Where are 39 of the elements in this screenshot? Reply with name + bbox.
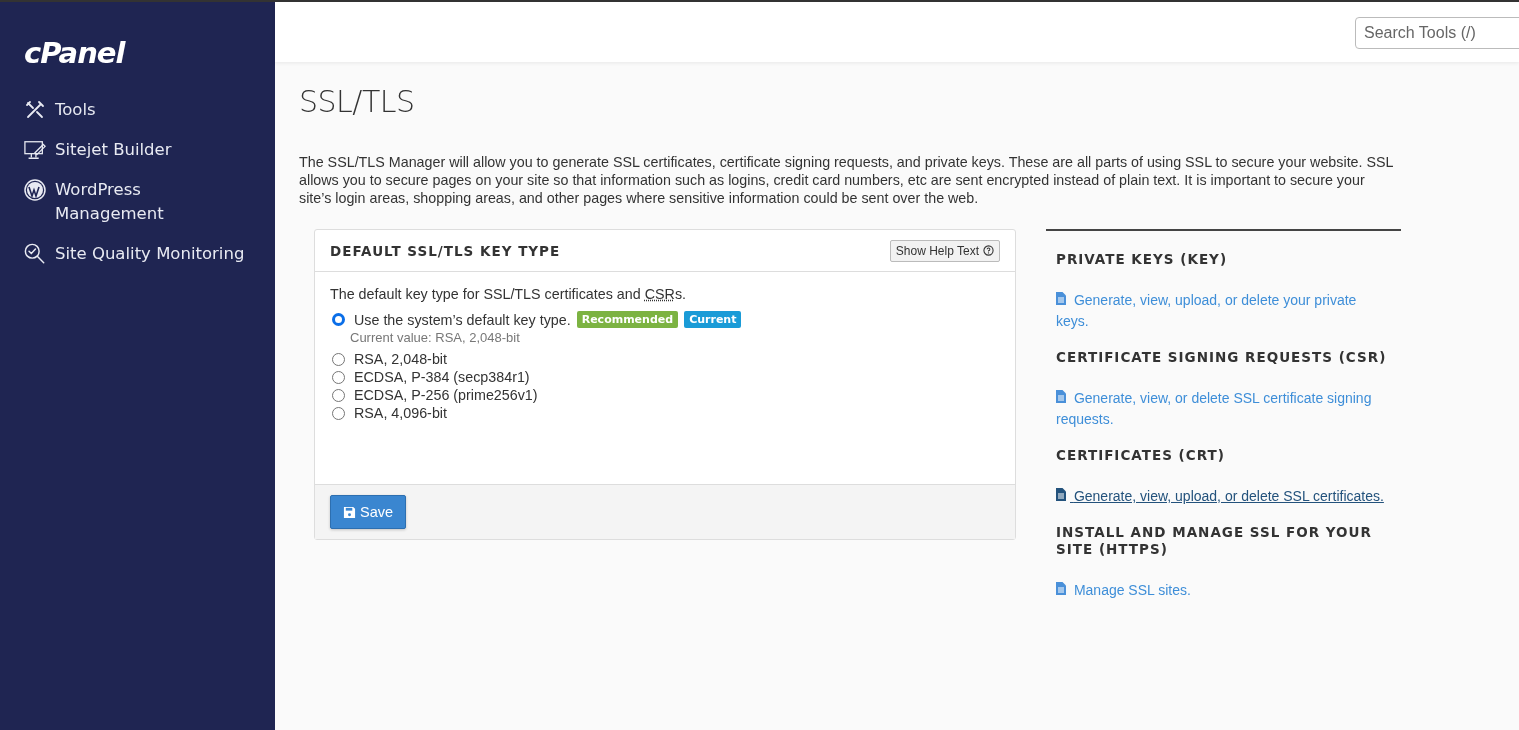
document-icon — [1056, 390, 1066, 403]
sidebar-item[interactable]: Site Quality Monitoring — [24, 242, 254, 266]
radio-button[interactable] — [332, 370, 345, 384]
radio-button[interactable] — [332, 352, 345, 366]
option-label[interactable]: RSA, 4,096-bit — [354, 405, 447, 421]
tools-icon — [24, 99, 46, 121]
option-label[interactable]: RSA, 2,048-bit — [354, 351, 447, 367]
search-field[interactable]: Search Tools (/) — [1355, 17, 1519, 49]
sidebar-item[interactable]: Tools — [24, 98, 254, 122]
option-label[interactable]: ECDSA, P-384 (secp384r1) — [354, 369, 530, 385]
help-icon — [983, 245, 994, 256]
section-heading: INSTALL AND MANAGE SSL FOR YOUR SITE (HTTPS) — [1056, 524, 1373, 558]
status-badge: Recommended — [576, 311, 679, 328]
sidebar-item[interactable]: WordPress Management — [24, 178, 254, 226]
section-heading: CERTIFICATE SIGNING REQUESTS (CSR) — [1056, 349, 1388, 366]
page-description: The SSL/TLS Manager will allow you to generate SSL certificates, certificate signing requests, and private keys. These are all parts of using SSL to secure your website. SSL allows you to secure pages on your site so that information such as logins, credit card numbers, etc are sent encrypted instead of plain text. It is important to secure your site’s login areas, shopping areas, and other pages where sensitive information could be sent over the web. — [299, 153, 1394, 207]
radio-button[interactable] — [332, 388, 345, 402]
magnifier-check-icon — [24, 243, 46, 265]
radio-button[interactable] — [332, 406, 345, 420]
save-button[interactable]: Save — [330, 495, 407, 529]
status-badge: Current — [684, 311, 742, 328]
help-text-button[interactable]: Show Help Text — [889, 239, 1000, 262]
monitor-pen-icon — [24, 139, 46, 161]
wordpress-icon — [24, 179, 46, 201]
document-icon — [1056, 582, 1066, 595]
option-label[interactable]: Use the system’s default key type. — [354, 311, 571, 328]
section-heading: CERTIFICATES (CRT) — [1056, 447, 1226, 464]
document-icon — [1056, 292, 1066, 305]
section-heading: PRIVATE KEYS (KEY) — [1056, 251, 1229, 268]
panel-intro: The default key type for SSL/TLS certificates and CSRs. — [330, 286, 688, 302]
radio-button[interactable] — [332, 313, 345, 326]
option-label[interactable]: ECDSA, P-256 (prime256v1) — [354, 387, 538, 403]
page-title: SSL/TLS — [299, 84, 416, 119]
section-link[interactable]: Generate, view, upload, or delete SSL certificates. — [1056, 486, 1391, 507]
cpanel-logo[interactable]: cPanel — [24, 36, 125, 70]
sidebar-item[interactable]: Sitejet Builder — [24, 138, 254, 162]
document-icon — [1056, 488, 1066, 501]
panel-title: DEFAULT SSL/TLS KEY TYPE — [330, 242, 561, 259]
current-value-note: Current value: RSA, 2,048-bit — [350, 330, 521, 345]
